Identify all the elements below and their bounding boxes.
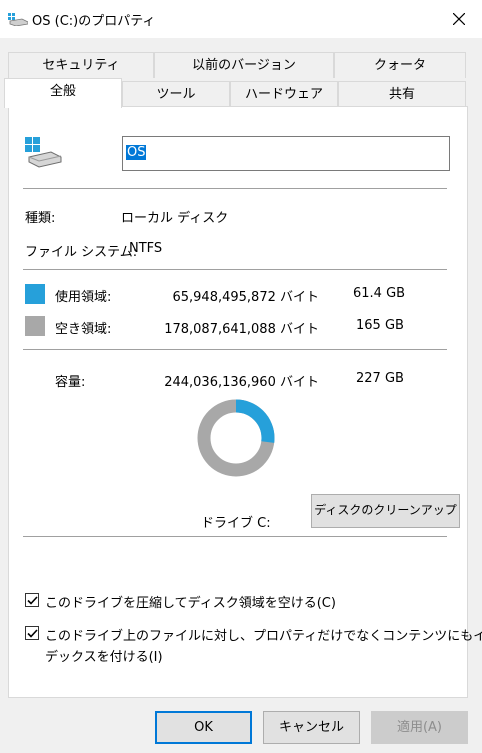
drive-letter-label: ドライブ C: <box>201 516 271 531</box>
general-panel: OS 種類: ローカル ディスク ファイル システム: NTFS 使用領域: 6… <box>8 106 482 698</box>
free-swatch <box>25 316 45 336</box>
usage-donut-chart <box>197 399 275 477</box>
index-checkbox[interactable] <box>25 626 39 640</box>
tab-label: 全般 <box>49 84 76 99</box>
close-icon <box>453 13 465 25</box>
tab-quota[interactable]: クォータ <box>334 52 466 78</box>
checkmark-icon <box>27 596 38 605</box>
tab-label: ツール <box>156 87 196 102</box>
free-label: 空き領域: <box>55 322 112 337</box>
divider <box>23 349 447 350</box>
capacity-label: 容量: <box>55 375 86 390</box>
free-bytes: 178,087,641,088 バイト <box>164 322 319 337</box>
used-bytes: 65,948,495,872 バイト <box>172 290 319 305</box>
cancel-button[interactable]: キャンセル <box>263 711 360 744</box>
used-swatch <box>25 284 45 304</box>
divider <box>23 188 447 189</box>
cancel-label: キャンセル <box>278 720 344 735</box>
capacity-bytes: 244,036,136,960 バイト <box>164 375 319 390</box>
title-bar: OS (C:)のプロパティ <box>0 0 482 38</box>
drive-icon <box>25 137 62 168</box>
window-title: OS (C:)のプロパティ <box>32 14 156 29</box>
type-label: 種類: <box>25 211 56 226</box>
index-label-line1[interactable]: このドライブ上のファイルに対し、プロパティだけでなくコンテンツにもイン <box>45 625 482 644</box>
tab-label: 以前のバージョン <box>192 58 296 73</box>
index-label-line2[interactable]: デックスを付ける(I) <box>45 646 163 665</box>
compress-checkbox[interactable] <box>25 593 39 607</box>
tab-label: セキュリティ <box>42 58 120 73</box>
drive-name-input[interactable]: OS <box>122 136 450 171</box>
filesystem-value: NTFS <box>129 241 163 256</box>
tab-tools[interactable]: ツール <box>122 81 230 107</box>
checkmark-icon <box>27 629 38 638</box>
ok-label: OK <box>194 720 213 735</box>
ok-button[interactable]: OK <box>155 711 252 744</box>
free-size: 165 GB <box>356 318 404 333</box>
close-button[interactable] <box>436 0 482 38</box>
filesystem-label: ファイル システム: <box>25 245 138 260</box>
tab-previous-versions[interactable]: 以前のバージョン <box>154 52 334 78</box>
tab-sharing[interactable]: 共有 <box>338 81 466 107</box>
compress-label[interactable]: このドライブを圧縮してディスク領域を空ける(C) <box>45 592 336 611</box>
tab-label: クォータ <box>373 58 426 73</box>
tab-label: ハードウェア <box>244 87 323 102</box>
divider <box>23 536 447 537</box>
divider <box>23 269 447 270</box>
apply-button[interactable]: 適用(A) <box>371 711 468 744</box>
disk-cleanup-button[interactable]: ディスクのクリーンアップ(D) <box>311 494 460 528</box>
tab-security[interactable]: セキュリティ <box>8 52 154 78</box>
used-size: 61.4 GB <box>353 286 406 301</box>
drive-icon <box>8 13 28 26</box>
tab-hardware[interactable]: ハードウェア <box>230 81 338 107</box>
used-label: 使用領域: <box>55 290 112 305</box>
apply-label: 適用(A) <box>396 720 443 735</box>
capacity-size: 227 GB <box>356 371 404 386</box>
tab-label: 共有 <box>388 87 415 102</box>
tab-general[interactable]: 全般 <box>4 78 122 108</box>
type-value: ローカル ディスク <box>121 211 229 226</box>
disk-cleanup-label: ディスクのクリーンアップ(D) <box>314 503 457 517</box>
drive-name-value: OS <box>126 145 147 160</box>
